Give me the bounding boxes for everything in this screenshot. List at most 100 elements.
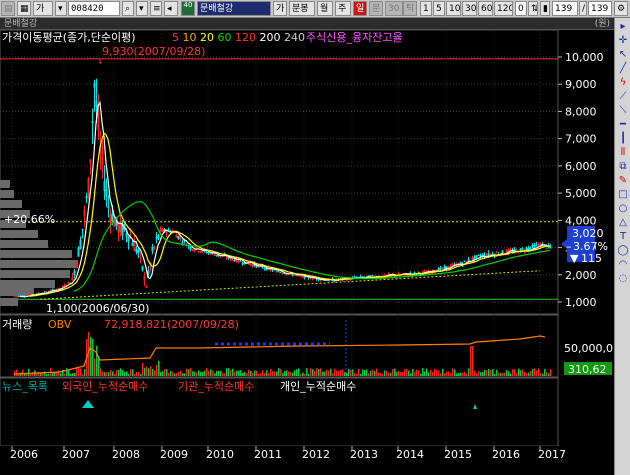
- offset-value: 0: [518, 4, 524, 14]
- mode-button-30[interactable]: 30: [385, 1, 403, 16]
- candle-body: [119, 221, 122, 233]
- volume-bar: [276, 371, 278, 376]
- channel-icon[interactable]: ⧉: [617, 160, 629, 173]
- volume-bar: [184, 373, 186, 376]
- volume-profile-bar: [0, 280, 55, 288]
- period-button-5[interactable]: 5: [433, 1, 445, 16]
- stock-name-field[interactable]: 문배철강: [197, 1, 271, 16]
- x-tick-label: 2009: [160, 448, 188, 461]
- volume-bar: [502, 372, 504, 376]
- settings-icon[interactable]: ⚙: [614, 1, 628, 16]
- code-dropdown-arrow-icon[interactable]: ▾: [55, 1, 67, 16]
- volume-bar: [314, 371, 316, 376]
- volume-bar: [158, 360, 160, 376]
- period-button-120[interactable]: 120: [494, 1, 513, 16]
- volume-bar: [472, 346, 474, 376]
- fibonacci-icon[interactable]: ⫴: [617, 146, 629, 159]
- candle-body: [549, 246, 552, 248]
- menu-toggle-icon[interactable]: ▸: [617, 20, 629, 33]
- stock-code-input[interactable]: 008420: [68, 1, 120, 16]
- candle-body: [205, 252, 208, 254]
- volume-bar: [228, 368, 230, 376]
- volume-bar: [550, 369, 552, 376]
- volume-bar: [540, 372, 542, 376]
- eraser-icon[interactable]: ◌: [617, 272, 629, 285]
- volume-profile-bar: [0, 190, 14, 198]
- volume-bar: [294, 370, 296, 376]
- arc-icon[interactable]: ◠: [617, 258, 629, 271]
- spin-icon[interactable]: ⇅: [528, 1, 538, 16]
- period-button-1[interactable]: 1: [420, 1, 432, 16]
- volume-bar: [84, 369, 86, 376]
- stock-badge[interactable]: 40: [181, 1, 195, 16]
- volume-bar: [274, 371, 276, 376]
- pen-icon[interactable]: ✎: [617, 174, 629, 187]
- circle-icon[interactable]: ○: [617, 202, 629, 215]
- candle-body: [43, 291, 46, 293]
- volume-bar: [374, 371, 376, 376]
- volume-bar: [308, 373, 310, 376]
- mode-button-day[interactable]: 일: [353, 1, 367, 16]
- volume-bar: [482, 372, 484, 376]
- candle-body: [271, 269, 274, 271]
- period-button-30[interactable]: 30: [462, 1, 477, 16]
- volume-bar: [528, 372, 530, 376]
- volume-bar: [300, 373, 302, 376]
- menu-icon[interactable]: ▤: [1, 1, 15, 16]
- candle-body: [213, 254, 216, 256]
- hline-icon[interactable]: ━: [617, 118, 629, 131]
- volume-bar: [204, 370, 206, 376]
- legend-institution: 기관_누적순매수: [178, 380, 254, 393]
- count-field[interactable]: 139: [552, 1, 578, 16]
- mode-button-month[interactable]: 월: [317, 1, 333, 16]
- volume-bar: [234, 371, 236, 376]
- volume-bar: [466, 373, 468, 376]
- mode-button-week[interactable]: 주: [335, 1, 351, 16]
- ellipse-icon[interactable]: ◯: [617, 244, 629, 257]
- period-button-60[interactable]: 60: [478, 1, 493, 16]
- volume-bar: [74, 372, 76, 376]
- square-icon[interactable]: □: [617, 188, 629, 201]
- lock-icon[interactable]: ▮: [540, 1, 550, 16]
- prev-stock-button[interactable]: ◂: [164, 1, 178, 16]
- volume-bar: [334, 368, 336, 376]
- mode-button-min[interactable]: 분: [369, 1, 383, 16]
- volume-bar: [100, 368, 102, 376]
- candle-body: [215, 255, 218, 257]
- list-icon[interactable]: ≡: [150, 1, 162, 16]
- candle-body: [263, 268, 266, 270]
- volume-bar: [486, 370, 488, 376]
- vline-icon[interactable]: ┃: [617, 132, 629, 145]
- hook-icon[interactable]: ϟ: [617, 76, 629, 89]
- mode-button-ga[interactable]: 가: [273, 1, 287, 16]
- volume-bar: [428, 372, 430, 376]
- volume-bar: [212, 370, 214, 376]
- crosshair-icon[interactable]: ✛: [617, 34, 629, 47]
- total-field[interactable]: 139: [588, 1, 612, 16]
- mode-button-tick[interactable]: 틱: [403, 1, 417, 16]
- ma-legend-period: 20: [200, 31, 218, 44]
- candle-body: [537, 244, 540, 246]
- triangle-icon[interactable]: △: [617, 216, 629, 229]
- angle-line-icon[interactable]: ⟋: [617, 90, 629, 103]
- mode-button-chart[interactable]: 가: [33, 1, 53, 16]
- candle-body: [81, 228, 84, 231]
- trendline-icon[interactable]: ╱: [617, 62, 629, 75]
- chevron-down-icon[interactable]: ▾: [136, 1, 148, 16]
- mode-button-minute[interactable]: 분봉: [289, 1, 315, 16]
- ray-icon[interactable]: ⟍: [617, 104, 629, 117]
- volume-bar: [434, 368, 436, 376]
- chart-type-icon[interactable]: ▦: [17, 1, 31, 16]
- volume-bar: [54, 372, 56, 376]
- stock-chart[interactable]: 10,0009,0008,0007,0006,0005,0004,0003,00…: [0, 30, 614, 475]
- unit-label: (원): [594, 19, 610, 29]
- text-tool-icon[interactable]: T: [617, 230, 629, 243]
- volume-bar: [254, 370, 256, 376]
- offset-field[interactable]: 0: [515, 1, 527, 16]
- period-button-10[interactable]: 10: [446, 1, 461, 16]
- arrow-icon[interactable]: ↖: [617, 48, 629, 61]
- search-icon[interactable]: ⌕: [122, 1, 134, 16]
- candle-body: [143, 275, 146, 281]
- candle-body: [463, 260, 466, 262]
- candle-body: [151, 246, 154, 252]
